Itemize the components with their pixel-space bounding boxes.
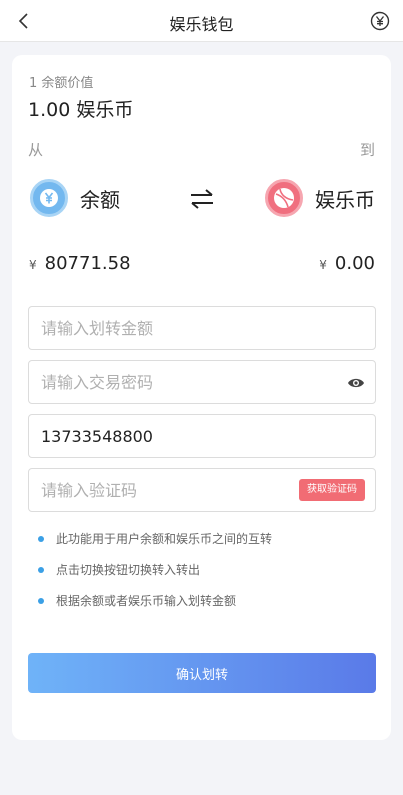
list-item: 点击切换按钮切换转入转出 — [38, 554, 272, 585]
tip-text: 点击切换按钮切换转入转出 — [56, 563, 201, 577]
yen-coin-icon — [30, 179, 68, 217]
tip-text: 根据余额或者娱乐币输入划转金额 — [56, 594, 237, 608]
to-amount: ¥ 0.00 — [319, 253, 375, 274]
swap-arrows-icon[interactable] — [188, 187, 216, 211]
yen-circle-icon[interactable] — [369, 10, 391, 32]
bullet-dot — [38, 535, 44, 542]
ball-icon — [265, 179, 303, 217]
from-label: 从 — [28, 141, 44, 159]
from-wallet-name: 余额 — [80, 187, 120, 212]
currency-symbol: ¥ — [319, 258, 327, 272]
amount-field — [28, 306, 376, 350]
phone-input[interactable] — [29, 415, 375, 457]
to-wallet: 娱乐币 — [265, 179, 375, 217]
page-title: 娱乐钱包 — [169, 15, 234, 34]
rate-value: 1.00 娱乐币 — [28, 99, 134, 121]
confirm-transfer-button[interactable]: 确认划转 — [28, 653, 376, 693]
to-wallet-name: 娱乐币 — [315, 187, 375, 212]
to-label: 到 — [359, 141, 375, 159]
currency-symbol: ¥ — [29, 258, 37, 272]
list-item: 根据余额或者娱乐币输入划转金额 — [38, 585, 272, 616]
get-code-button[interactable]: 获取验证码 — [299, 479, 365, 501]
password-input[interactable] — [29, 361, 375, 403]
phone-field — [28, 414, 376, 458]
to-amount-value: 0.00 — [334, 253, 375, 274]
top-navbar: 娱乐钱包 — [0, 0, 403, 42]
list-item: 此功能用于用户余额和娱乐币之间的互转 — [38, 523, 272, 554]
code-field: 获取验证码 — [28, 468, 376, 512]
amount-input[interactable] — [29, 307, 375, 349]
from-amount-value: 80771.58 — [44, 253, 131, 274]
tip-text: 此功能用于用户余额和娱乐币之间的互转 — [56, 532, 273, 546]
bullet-dot — [38, 566, 44, 573]
from-amount: ¥ 80771.58 — [29, 253, 131, 274]
from-wallet: 余额 — [30, 179, 120, 217]
transfer-card: 1 余额价值 1.00 娱乐币 从 到 余额 娱乐币 ¥ 80771.58 ¥ … — [12, 55, 391, 740]
eye-icon[interactable] — [347, 375, 365, 389]
tips-list: 此功能用于用户余额和娱乐币之间的互转 点击切换按钮切换转入转出 根据余额或者娱乐… — [38, 523, 272, 616]
rate-caption: 1 余额价值 — [29, 76, 94, 91]
bullet-dot — [38, 597, 44, 604]
password-field — [28, 360, 376, 404]
